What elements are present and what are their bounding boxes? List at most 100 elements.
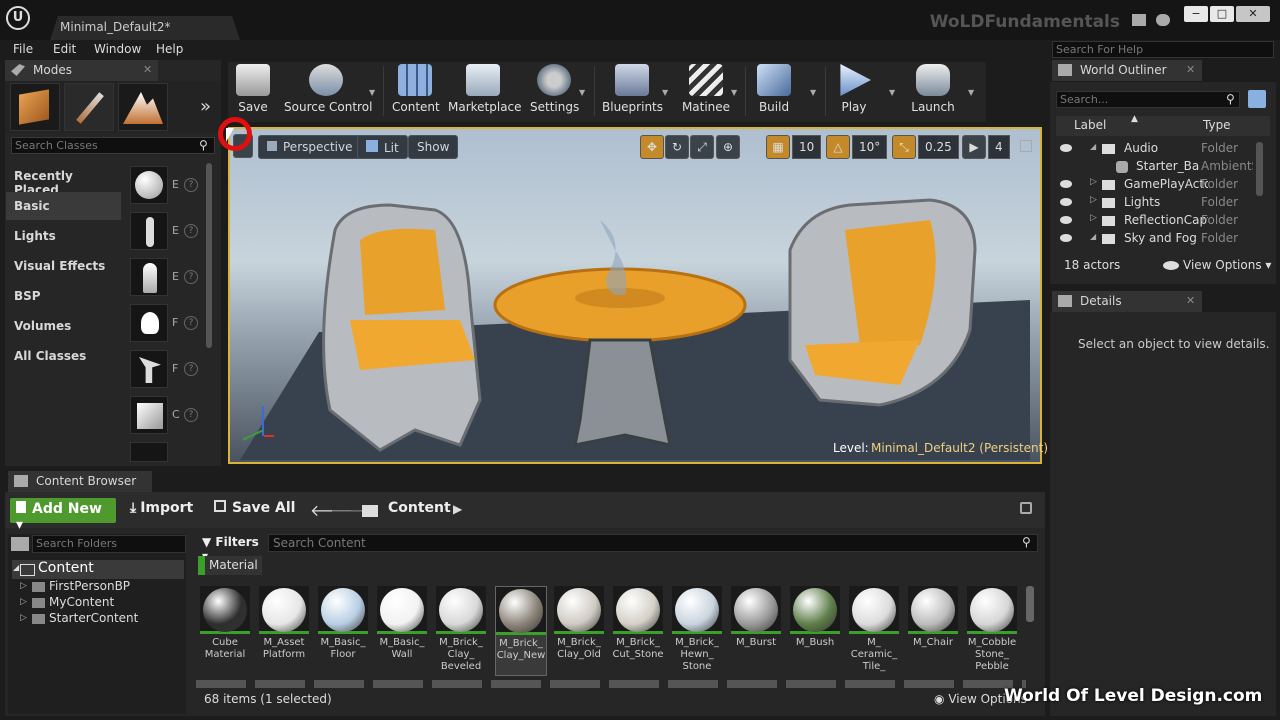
camera-speed-value[interactable]: 4 (988, 135, 1010, 159)
scale-snap-icon[interactable]: ⤡ (892, 135, 916, 159)
outliner-row-label[interactable]: Lights (1124, 195, 1208, 209)
visibility-eye-icon[interactable] (1060, 144, 1072, 152)
asset-tile[interactable]: M_Brick_ Clay_Old (554, 586, 606, 676)
close-tab-icon[interactable]: ✕ (1186, 63, 1195, 76)
asset-tile[interactable]: M_Bush (790, 586, 842, 676)
category-basic[interactable]: Basic (6, 192, 121, 220)
outliner-search-input[interactable]: Search... (1056, 91, 1240, 108)
play-dropdown-icon[interactable]: ▼ (889, 88, 895, 97)
visibility-eye-icon[interactable] (1060, 198, 1072, 206)
asset-tile[interactable]: M_Brick_ Hewn_ Stone (672, 586, 724, 676)
class-item-thumbnail[interactable] (130, 396, 168, 434)
modes-scrollbar[interactable] (206, 163, 212, 348)
help-icon[interactable]: ? (184, 224, 198, 238)
asset-scrollbar[interactable] (1026, 586, 1034, 622)
show-button[interactable]: Show (408, 135, 459, 159)
category-bsp[interactable]: BSP (6, 282, 121, 310)
world-outliner-tab[interactable]: World Outliner ✕ (1052, 60, 1202, 81)
translate-icon[interactable]: ✥ (640, 135, 664, 159)
launch-dropdown-icon[interactable]: ▼ (968, 88, 974, 97)
outliner-row-label[interactable]: ReflectionCaptures (1124, 213, 1208, 227)
material-filter-chip[interactable]: Material (198, 556, 262, 575)
add-folder-icon[interactable] (1248, 90, 1266, 108)
chat-icon[interactable] (1132, 14, 1146, 26)
asset-tile[interactable]: M_Brick_ Clay_ Beveled (436, 586, 488, 676)
type-column-header[interactable]: Type (1203, 118, 1231, 132)
grid-snap-value[interactable]: 10 (792, 135, 822, 159)
world-space-icon[interactable]: ⊕ (716, 135, 740, 159)
rotation-snap-value[interactable]: 10° (852, 135, 888, 159)
scale-icon[interactable]: ⤢ (690, 135, 714, 159)
asset-tile[interactable]: M_Basic_ Floor (318, 586, 370, 676)
lit-button[interactable]: Lit (357, 135, 408, 159)
close-tab-icon[interactable]: ✕ (1186, 294, 1195, 307)
category-all-classes[interactable]: All Classes (6, 342, 121, 370)
details-tab[interactable]: Details ✕ (1052, 291, 1202, 312)
perspective-button[interactable]: Perspective (258, 135, 362, 159)
camera-speed-icon[interactable]: ▶ (962, 135, 986, 159)
class-item-thumbnail[interactable] (130, 166, 168, 204)
folder-starter-content[interactable]: StarterContent (49, 611, 138, 625)
help-icon[interactable]: ? (184, 270, 198, 284)
help-search-input[interactable]: Search For Help (1052, 41, 1274, 58)
close-tab-icon[interactable]: ✕ (143, 63, 152, 76)
landscape-mode-button[interactable] (118, 83, 168, 131)
path-content[interactable]: Content (388, 500, 451, 516)
folder-content-root[interactable]: Content (12, 560, 184, 579)
rotate-icon[interactable]: ↻ (665, 135, 689, 159)
help-icon[interactable]: ? (184, 408, 198, 422)
class-item-thumbnail[interactable] (130, 304, 168, 342)
sources-panel-icon[interactable] (11, 537, 29, 551)
more-modes-icon[interactable]: » (200, 96, 211, 117)
class-item-thumbnail[interactable] (130, 442, 168, 462)
settings-button[interactable]: Settings (530, 64, 579, 120)
help-icon[interactable]: ? (184, 316, 198, 330)
lock-icon[interactable] (1020, 502, 1032, 514)
class-item-thumbnail[interactable] (130, 212, 168, 250)
save-all-button[interactable]: Save All (214, 500, 295, 516)
asset-tile[interactable]: M_Burst (731, 586, 783, 676)
class-item-thumbnail[interactable] (130, 350, 168, 388)
marketplace-button[interactable]: Marketplace (448, 64, 522, 120)
visibility-eye-icon[interactable] (1060, 180, 1072, 188)
maximize-viewport-icon[interactable] (1020, 140, 1032, 152)
collapsed-arrow-icon[interactable]: ▷ (20, 581, 27, 591)
help-icon[interactable]: ? (184, 362, 198, 376)
category-recently-placed[interactable]: Recently Placed (6, 162, 121, 197)
search-content-input[interactable]: Search Content (268, 534, 1038, 552)
feedback-icon[interactable] (1156, 14, 1170, 26)
category-volumes[interactable]: Volumes (6, 312, 121, 340)
menu-window[interactable]: Window (94, 42, 141, 56)
import-button[interactable]: ⤓ Import (130, 500, 193, 516)
outliner-scrollbar[interactable] (1256, 142, 1263, 196)
scale-snap-value[interactable]: 0.25 (918, 135, 959, 159)
play-button[interactable]: Play (834, 64, 874, 120)
document-tab[interactable]: Minimal_Default2* (50, 16, 240, 40)
visibility-eye-icon[interactable] (1060, 234, 1072, 242)
asset-tile[interactable]: M_Cobble Stone_ Pebble (967, 586, 1019, 676)
class-item-thumbnail[interactable] (130, 258, 168, 296)
collapsed-arrow-icon[interactable]: ▷ (1090, 195, 1097, 205)
rotation-snap-icon[interactable]: △ (826, 135, 850, 159)
folder-first-person-bp[interactable]: FirstPersonBP (49, 579, 130, 593)
launch-button[interactable]: Launch (910, 64, 956, 120)
collapsed-arrow-icon[interactable]: ▷ (1090, 213, 1097, 223)
menu-file[interactable]: File (13, 42, 33, 56)
blueprints-dropdown-icon[interactable]: ▼ (662, 88, 668, 97)
blueprints-button[interactable]: Blueprints (602, 64, 663, 120)
category-visual-effects[interactable]: Visual Effects (6, 252, 121, 280)
asset-tile[interactable]: M_Asset Platform (259, 586, 311, 676)
close-button[interactable]: ✕ (1236, 6, 1270, 22)
collapsed-arrow-icon[interactable]: ▷ (1090, 177, 1097, 187)
source-control-button[interactable]: Source Control (284, 64, 372, 120)
modes-tab[interactable]: Modes ✕ (5, 60, 158, 81)
asset-tile[interactable]: Cube Material (200, 586, 252, 676)
asset-tile[interactable]: M_ Ceramic_ Tile_ (849, 586, 901, 676)
menu-help[interactable]: Help (156, 42, 183, 56)
build-button[interactable]: Build (754, 64, 794, 120)
outliner-row-label[interactable]: Sky and Fog (1124, 231, 1202, 245)
outliner-view-options[interactable]: View Options ▾ (1183, 258, 1271, 272)
build-dropdown-icon[interactable]: ▼ (810, 88, 816, 97)
expanded-arrow-icon[interactable]: ◢ (13, 563, 19, 572)
paint-mode-button[interactable] (64, 83, 114, 131)
